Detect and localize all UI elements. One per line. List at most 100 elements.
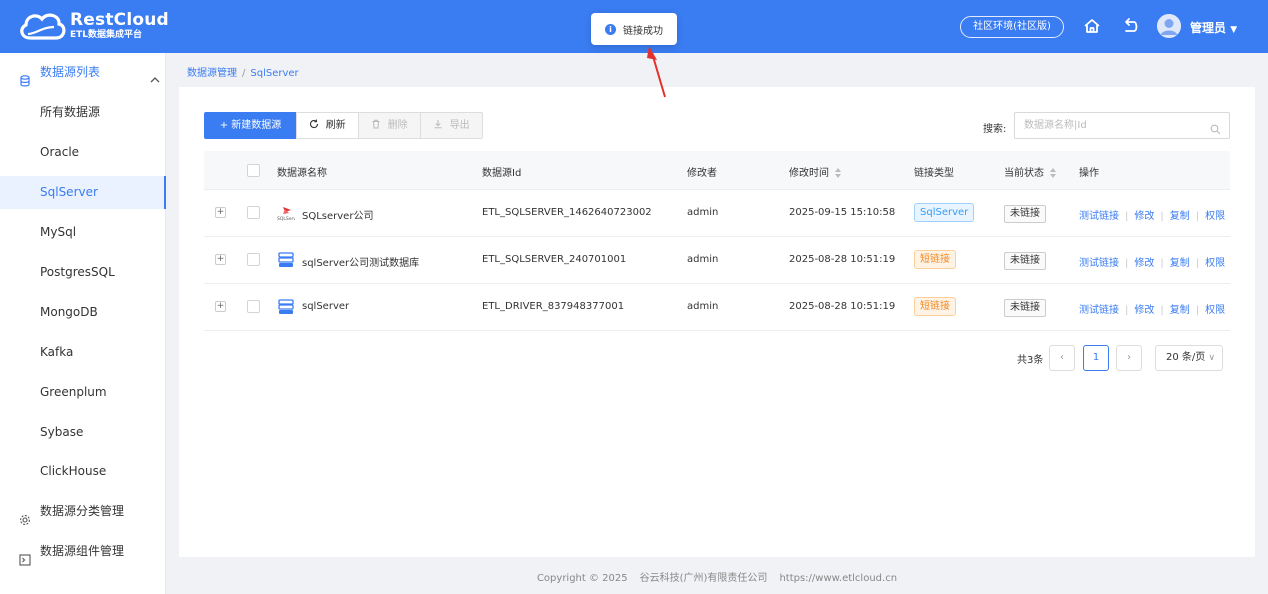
sidebar-item-label: MySql [40,225,77,239]
logo-subtitle: ETL数据集成平台 [70,30,143,40]
table-row: + sqlServer公司测试数据库 ETL_SQLSERVER_2407010… [204,237,1230,284]
gear-icon [19,506,31,525]
chevron-left-icon: ‹ [1060,352,1064,363]
avatar[interactable] [1157,14,1181,38]
column-header-modifier: 修改者 [687,168,717,179]
sidebar-item-label: 数据源分类管理 [40,504,125,518]
copy-action[interactable]: 复制 [1170,305,1190,316]
sidebar-item-category-management[interactable]: 数据源分类管理 [0,495,166,528]
page-size-select[interactable]: 20 条/页 ∨ [1155,345,1223,371]
sidebar-item-greenplum[interactable]: Greenplum [0,376,166,409]
edit-action[interactable]: 修改 [1134,305,1154,316]
row-checkbox[interactable] [247,253,260,266]
test-link-action[interactable]: 测试链接 [1079,305,1119,316]
export-button[interactable]: 导出 [420,112,483,139]
sidebar-item-all[interactable]: 所有数据源 [0,96,166,129]
expand-row-icon[interactable]: + [215,207,226,218]
sidebar-item-mysql[interactable]: MySql [0,216,166,249]
toast-text: 链接成功 [623,25,663,37]
sql-database-icon [277,299,295,315]
permission-action[interactable]: 权限 [1205,211,1225,222]
sidebar-item-label: ClickHouse [40,464,107,478]
column-header-label: 当前状态 [1004,168,1044,179]
search-label: 搜索: [983,124,1007,135]
sidebar-group-datasource-list[interactable]: 数据源列表 [0,56,166,89]
datasource-name: SQLserver公司 [302,211,374,222]
datasource-id: ETL_SQLSERVER_1462640723002 [482,207,652,218]
sidebar-item-label: PostgresSQL [40,265,115,279]
sidebar-item-clickhouse[interactable]: ClickHouse [0,455,166,488]
copy-action[interactable]: 复制 [1170,258,1190,269]
permission-action[interactable]: 权限 [1205,258,1225,269]
sidebar-item-mongodb[interactable]: MongoDB [0,296,166,329]
sidebar-item-component-management[interactable]: 数据源组件管理 [0,535,166,568]
column-header-id: 数据源Id [482,168,522,179]
action-separator: | [1125,211,1129,222]
column-header-modified-time[interactable]: 修改时间 [789,164,842,179]
datasource-name: sqlServer公司测试数据库 [302,258,420,269]
toast-message: i 链接成功 [591,13,677,45]
user-menu[interactable]: 管理员 ▼ [1190,19,1237,36]
sort-icon[interactable] [1050,168,1057,178]
expand-row-icon[interactable]: + [215,301,226,312]
sidebar-item-label: Kafka [40,345,74,359]
test-link-action[interactable]: 测试链接 [1079,211,1119,222]
user-name: 管理员 [1190,21,1227,35]
status-badge: 未链接 [1004,299,1046,317]
page-size-value: 20 条/页 [1166,352,1206,363]
sidebar-item-oracle[interactable]: Oracle [0,136,166,169]
footer: Copyright © 2025 谷云科技(广州)有限责任公司 https://ww… [179,569,1255,584]
breadcrumb-separator: / [242,68,246,79]
trash-icon [371,119,384,131]
search-icon[interactable] [1210,120,1221,135]
home-icon[interactable] [1083,17,1101,35]
environment-badge[interactable]: 社区环境(社区版) [960,16,1064,38]
logo[interactable]: RestCloud ETL数据集成平台 [18,10,169,42]
link-type-tag: 短链接 [914,250,956,269]
footer-url[interactable]: https://www.etlcloud.cn [779,573,897,584]
cloud-logo-icon [18,10,66,42]
test-link-action[interactable]: 测试链接 [1079,258,1119,269]
sidebar-item-kafka[interactable]: Kafka [0,336,166,369]
edit-action[interactable]: 修改 [1134,258,1154,269]
undo-icon[interactable] [1122,17,1140,35]
action-separator: | [1125,258,1129,269]
sql-database-icon [277,252,295,268]
modified-time: 2025-08-28 10:51:19 [789,254,896,265]
svg-text:SQLServer: SQLServer [277,216,295,221]
sidebar-item-sqlserver[interactable]: SqlServer [0,176,166,209]
sort-icon[interactable] [835,168,842,178]
new-datasource-button[interactable]: + 新建数据源 [204,112,297,139]
breadcrumb-root[interactable]: 数据源管理 [187,68,237,79]
select-all-checkbox[interactable] [247,164,260,177]
sidebar-item-postgressql[interactable]: PostgresSQL [0,256,166,289]
sidebar-group-label: 数据源列表 [40,65,101,79]
next-page-button[interactable]: › [1116,345,1142,371]
expand-row-icon[interactable]: + [215,254,226,265]
delete-button[interactable]: 删除 [358,112,421,139]
action-separator: | [1195,305,1200,316]
sidebar-item-sybase[interactable]: Sybase [0,416,166,449]
copy-action[interactable]: 复制 [1170,211,1190,222]
prev-page-button[interactable]: ‹ [1049,345,1075,371]
action-separator: | [1195,258,1200,269]
modifier: admin [687,254,719,265]
chevron-down-icon: ∨ [1208,353,1216,363]
search-input[interactable]: 数据源名称|Id [1014,112,1230,139]
table-row: + sqlServer ETL_DRIVER_837948377001 admi… [204,284,1230,331]
breadcrumb: 数据源管理 / SqlServer [187,64,299,79]
page-number-button[interactable]: 1 [1083,345,1109,371]
action-separator: | [1195,211,1200,222]
sidebar-item-label: Sybase [40,425,84,439]
sidebar-item-label: Greenplum [40,385,107,399]
refresh-button[interactable]: 刷新 [296,112,359,139]
link-type-tag: 短链接 [914,297,956,316]
row-checkbox[interactable] [247,206,260,219]
breadcrumb-current: SqlServer [250,68,299,79]
modified-time: 2025-09-15 15:10:58 [789,207,896,218]
footer-company: 谷云科技(广州)有限责任公司 [639,573,768,584]
edit-action[interactable]: 修改 [1134,211,1154,222]
permission-action[interactable]: 权限 [1205,305,1225,316]
column-header-status[interactable]: 当前状态 [1004,164,1057,179]
row-checkbox[interactable] [247,300,260,313]
